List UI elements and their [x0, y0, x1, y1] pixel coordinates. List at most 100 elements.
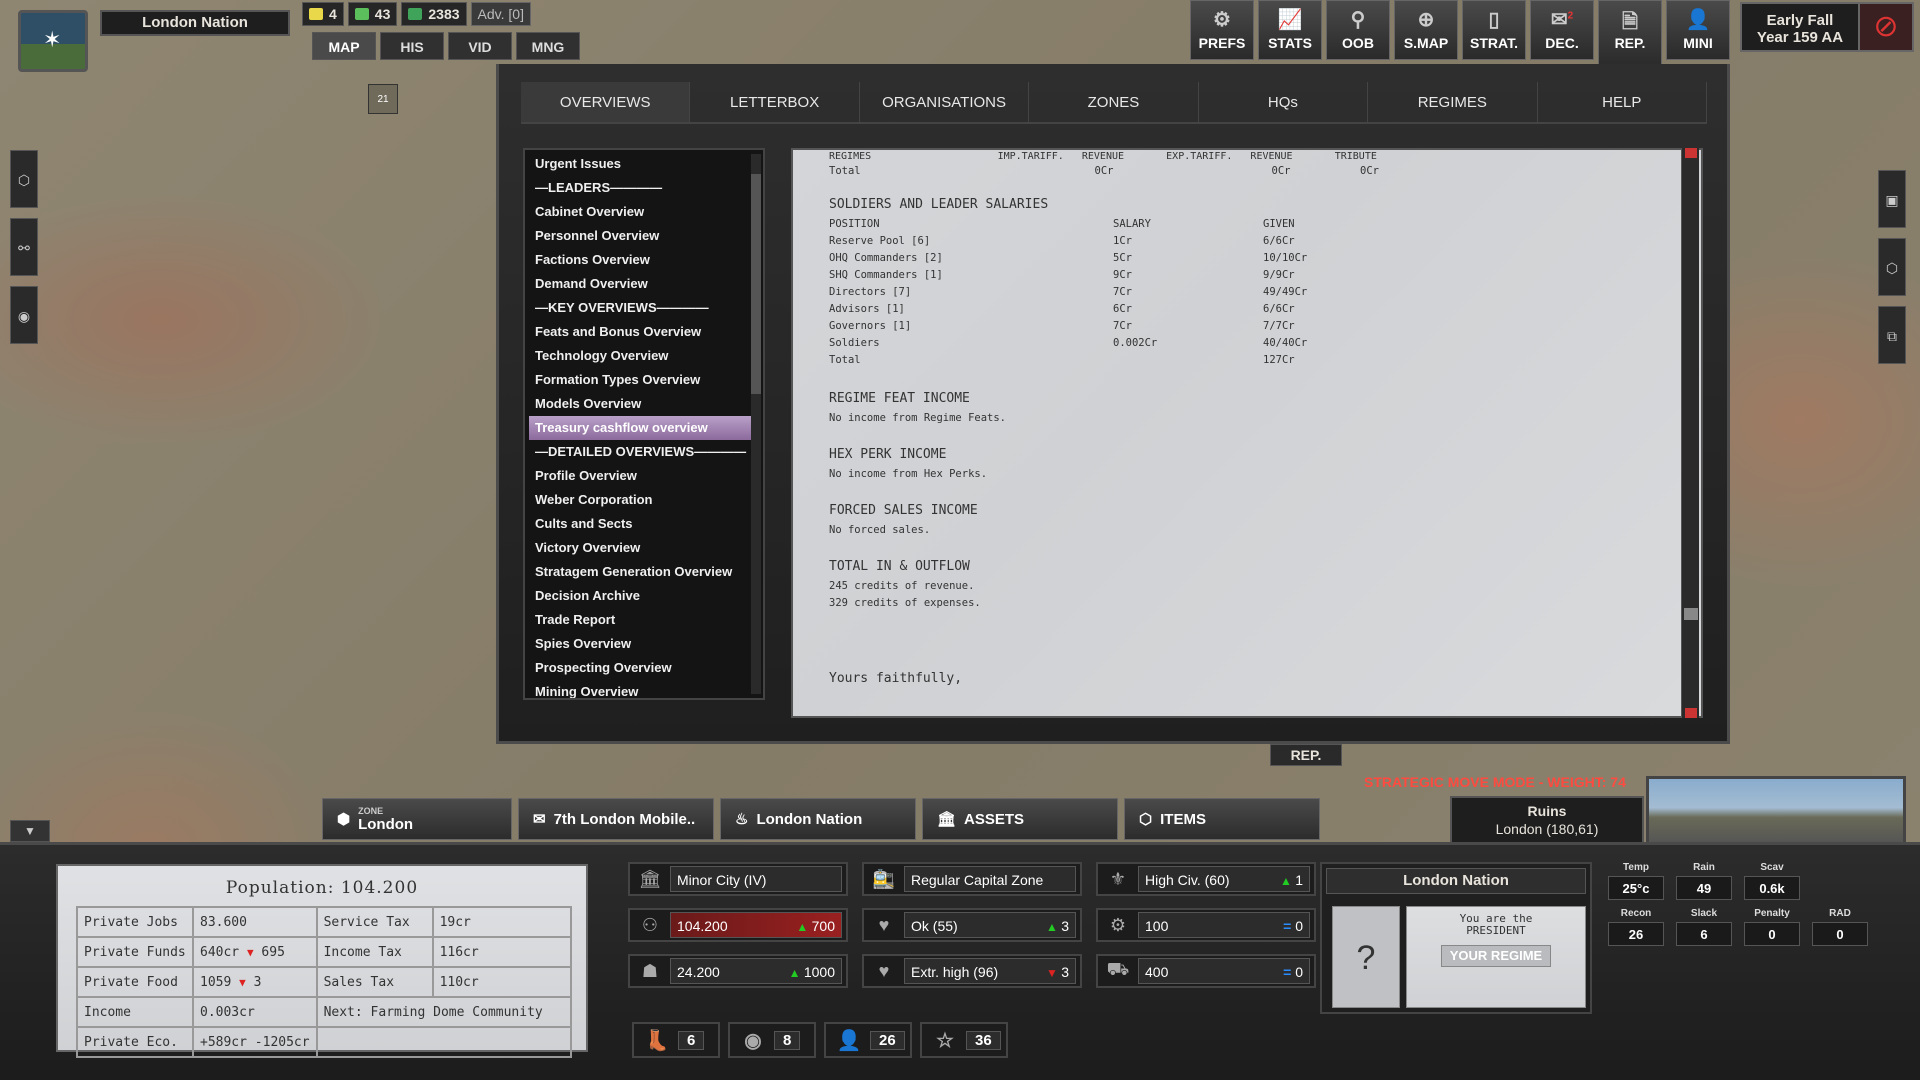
prefs-button[interactable]: ⚙ PREFS: [1190, 0, 1254, 60]
smap-label: S.MAP: [1403, 35, 1449, 51]
document-scrollbar[interactable]: [1681, 148, 1699, 718]
resource-value: 2383: [428, 6, 460, 22]
unit-count: 21: [377, 94, 389, 105]
cube-icon[interactable]: ⬡: [10, 150, 38, 208]
salary-position: Advisors [1]: [829, 303, 905, 315]
salary-given: 6/6Cr: [1263, 235, 1295, 247]
salary-position: SHQ Commanders [1]: [829, 269, 943, 281]
table-row: Private Jobs 83.600 Service Tax 19cr: [76, 906, 573, 938]
mini-button[interactable]: 👤 MINI: [1666, 0, 1730, 60]
menu-item[interactable]: Cults and Sects: [529, 512, 759, 536]
tab-his[interactable]: HIS: [380, 32, 444, 60]
resource-credits[interactable]: 2383: [401, 2, 467, 26]
scroll-down-arrow-icon[interactable]: [1685, 708, 1697, 718]
menu-scrollbar[interactable]: [751, 154, 761, 694]
happiness-stat[interactable]: ♥ Ok (55) 3: [862, 908, 1082, 942]
population-stat[interactable]: ⚇ 104.200 700: [628, 908, 848, 942]
tab-regime[interactable]: ♨ London Nation: [720, 798, 916, 840]
menu-item[interactable]: Demand Overview: [529, 272, 759, 296]
tab-overviews[interactable]: OVERVIEWS: [521, 82, 691, 122]
weather-value: 26: [1608, 922, 1664, 946]
your-regime-button[interactable]: YOUR REGIME: [1441, 945, 1551, 967]
cards-icon: ▯: [1488, 9, 1500, 31]
pop-value: 83.600: [192, 906, 318, 938]
menu-item[interactable]: Spies Overview: [529, 632, 759, 656]
menu-item[interactable]: Urgent Issues: [529, 152, 759, 176]
tab-unit[interactable]: ✉ 7th London Mobile..: [518, 798, 714, 840]
resource-political-points[interactable]: 4: [302, 2, 344, 26]
menu-item[interactable]: Factions Overview: [529, 248, 759, 272]
menu-item[interactable]: Decision Archive: [529, 584, 759, 608]
salary-position: Governors [1]: [829, 320, 912, 332]
workers-stat[interactable]: ☗ 24.200 1000: [628, 954, 848, 988]
menu-item[interactable]: Victory Overview: [529, 536, 759, 560]
road-icon: ⛟: [1106, 959, 1130, 979]
zone-size-stat[interactable]: 🏛 Minor City (IV): [628, 862, 848, 896]
oob-button[interactable]: ⚲ OOB: [1326, 0, 1390, 60]
menu-item[interactable]: Prospecting Overview: [529, 656, 759, 680]
menu-item[interactable]: Models Overview: [529, 392, 759, 416]
dec-button[interactable]: ✉2 DEC.: [1530, 0, 1594, 60]
unit-count-eye[interactable]: ◉ 8: [728, 1022, 816, 1058]
menu-item[interactable]: Cabinet Overview: [529, 200, 759, 224]
bird-icon: ✶: [43, 27, 62, 52]
tab-regimes[interactable]: REGIMES: [1368, 82, 1538, 122]
tab-organisations[interactable]: ORGANISATIONS: [860, 82, 1030, 122]
integrity-stat[interactable]: ⚙ 100 0: [1096, 908, 1316, 942]
menu-item[interactable]: Trade Report: [529, 608, 759, 632]
weather-scav: Scav 0.6k: [1744, 862, 1800, 900]
right-side-tools: ▣ ⬡ ⧉: [1878, 170, 1906, 364]
salaries-title: SOLDIERS AND LEADER SALARIES: [829, 197, 1049, 212]
rep-tab[interactable]: REP.: [1270, 744, 1342, 766]
tab-letterbox[interactable]: LETTERBOX: [690, 82, 860, 122]
scroll-up-arrow-icon[interactable]: [1685, 148, 1697, 158]
strat-button[interactable]: ▯ STRAT.: [1462, 0, 1526, 60]
nation-emblem[interactable]: ✶: [18, 10, 88, 72]
unit-value: 26: [870, 1030, 905, 1050]
menu-item[interactable]: Stratagem Generation Overview: [529, 560, 759, 584]
collapse-arrow-icon[interactable]: ▼: [10, 820, 50, 842]
network-icon[interactable]: ⚯: [10, 218, 38, 276]
resource-manpower[interactable]: 43: [347, 2, 398, 26]
copy-icon[interactable]: ⧉: [1878, 306, 1906, 364]
menu-item[interactable]: Personnel Overview: [529, 224, 759, 248]
menu-item[interactable]: Weber Corporation: [529, 488, 759, 512]
smap-button[interactable]: ⊕ S.MAP: [1394, 0, 1458, 60]
menu-item[interactable]: Formation Types Overview: [529, 368, 759, 392]
menu-item[interactable]: Technology Overview: [529, 344, 759, 368]
adv-counter[interactable]: Adv. [0]: [470, 2, 531, 26]
tab-mng[interactable]: MNG: [516, 32, 580, 60]
unit-count-boot[interactable]: 👢 6: [632, 1022, 720, 1058]
stat-label: Regular Capital Zone: [911, 872, 1044, 888]
unit-count-leader[interactable]: 👤 26: [824, 1022, 912, 1058]
tab-zone-label: London: [358, 815, 414, 833]
tab-help[interactable]: HELP: [1538, 82, 1707, 122]
tab-items[interactable]: ⬡ ITEMS: [1124, 798, 1320, 840]
menu-scroll-thumb[interactable]: [751, 174, 761, 394]
unit-count-star[interactable]: ☆ 36: [920, 1022, 1008, 1058]
tab-zone[interactable]: ⬢ ZONE London: [322, 798, 512, 840]
rep-button[interactable]: 🗎 REP.: [1598, 0, 1662, 68]
civ-stat[interactable]: ⚜ High Civ. (60) 1: [1096, 862, 1316, 896]
menu-item[interactable]: Profile Overview: [529, 464, 759, 488]
tab-assets[interactable]: 🏛 ASSETS: [922, 798, 1118, 840]
menu-item[interactable]: Feats and Bonus Overview: [529, 320, 759, 344]
stats-button[interactable]: 📈 STATS: [1258, 0, 1322, 60]
panel-icon[interactable]: ▣: [1878, 170, 1906, 228]
tab-hqs[interactable]: HQs: [1199, 82, 1369, 122]
end-turn-button[interactable]: ⊘: [1858, 2, 1914, 52]
tab-zones[interactable]: ZONES: [1029, 82, 1199, 122]
perk-title: HEX PERK INCOME: [829, 447, 947, 462]
layers-icon[interactable]: ⬡: [1878, 238, 1906, 296]
zone-type-stat[interactable]: 🚉 Regular Capital Zone: [862, 862, 1082, 896]
menu-item[interactable]: Mining Overview: [529, 680, 759, 698]
tab-map[interactable]: MAP: [312, 32, 376, 60]
tab-vid[interactable]: VID: [448, 32, 512, 60]
target-icon[interactable]: ◉: [10, 286, 38, 344]
loyalty-stat[interactable]: ♥ Extr. high (96) 3: [862, 954, 1082, 988]
scroll-thumb[interactable]: [1684, 608, 1698, 620]
map-unit-counter[interactable]: 21: [368, 84, 398, 114]
question-mark-icon[interactable]: ?: [1332, 906, 1400, 1008]
infrastructure-stat[interactable]: ⛟ 400 0: [1096, 954, 1316, 988]
menu-item-selected[interactable]: Treasury cashflow overview: [529, 416, 759, 440]
